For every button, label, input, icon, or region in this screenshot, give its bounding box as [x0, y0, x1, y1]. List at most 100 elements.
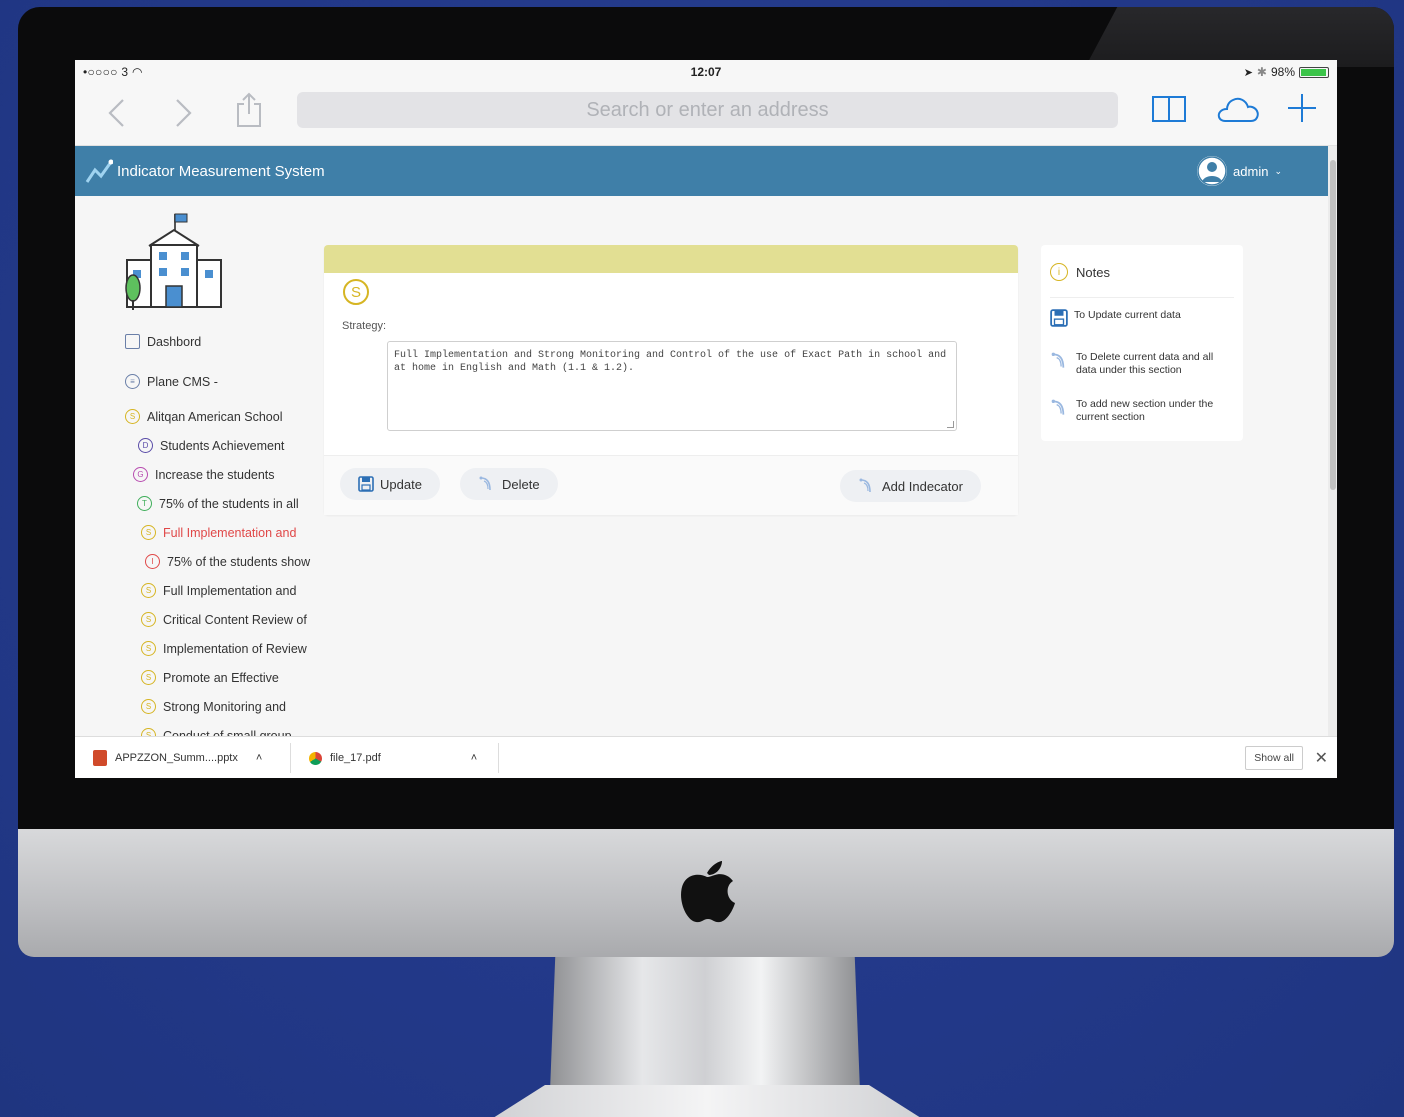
- sidebar-item-label: Full Implementation and: [163, 583, 297, 598]
- download-item-pdf[interactable]: file_17.pdf ˄: [291, 737, 477, 778]
- save-icon: [358, 476, 374, 492]
- status-right: ➤ ✱ 98%: [1244, 65, 1329, 79]
- school-building-icon: [125, 213, 222, 310]
- avatar-icon: [1197, 156, 1228, 186]
- sidebar-item-dashboard[interactable]: Dashbord: [125, 334, 201, 349]
- sidebar-item-label: Plane CMS -: [147, 374, 218, 389]
- close-icon[interactable]: ✕: [1315, 748, 1328, 768]
- location-icon: ➤: [1243, 66, 1253, 79]
- delete-label: Delete: [502, 476, 540, 492]
- sidebar-item-strategy-active[interactable]: S Full Implementation and: [141, 525, 296, 540]
- indicator-node-icon: I: [145, 554, 160, 569]
- note-text: To add new section under the current sec…: [1076, 398, 1214, 423]
- bookmarks-icon[interactable]: [1151, 94, 1187, 129]
- note-update: To Update current data: [1050, 309, 1230, 327]
- user-menu[interactable]: admin ⌄: [1197, 156, 1282, 186]
- download-item-pptx[interactable]: APPZZON_Summ....pptx ˄: [75, 737, 262, 778]
- sidebar-item-label: Full Implementation and: [163, 525, 297, 540]
- battery-icon: [1299, 66, 1329, 78]
- sidebar-item-strategy-2[interactable]: S Full Implementation and: [141, 583, 296, 598]
- sidebar-item-label: Implementation of Review: [163, 641, 307, 656]
- strategy-badge-icon: S: [343, 279, 369, 305]
- globe-icon: ≡: [125, 374, 140, 389]
- strategy-card: S Strategy: Full Implementation and Stro…: [324, 245, 1018, 515]
- sidebar-item-plane-cms[interactable]: ≡ Plane CMS -: [125, 374, 218, 389]
- strategy-textarea[interactable]: Full Implementation and Strong Monitorin…: [387, 341, 957, 431]
- strategy-node-icon: S: [141, 612, 156, 627]
- download-name: APPZZON_Summ....pptx: [115, 752, 238, 764]
- sidebar-item-strategy-3[interactable]: S Critical Content Review of: [141, 612, 307, 627]
- sidebar-item-label: Students Achievement: [160, 438, 285, 453]
- sidebar-item-strategy-5[interactable]: S Promote an Effective: [141, 670, 279, 685]
- strategy-node-icon: S: [141, 583, 156, 598]
- sidebar-item-label: Alitqan American School: [147, 409, 283, 424]
- imac-stand-base: [482, 1085, 932, 1117]
- browser-toolbar: Search or enter an address: [75, 82, 1337, 146]
- delete-icon: [479, 476, 491, 491]
- app-logo-icon: [85, 159, 113, 183]
- chevron-down-icon: ⌄: [1274, 165, 1282, 176]
- sidebar-item-label: Increase the students: [155, 467, 275, 482]
- add-indicator-button[interactable]: Add Indecator: [840, 470, 981, 502]
- forward-icon[interactable]: [173, 98, 193, 136]
- battery-percent: 98%: [1270, 65, 1295, 79]
- user-name: admin: [1233, 163, 1269, 179]
- address-bar[interactable]: Search or enter an address: [297, 92, 1118, 128]
- page-scrollbar-thumb[interactable]: [1330, 160, 1336, 490]
- resize-handle-icon[interactable]: [947, 421, 954, 428]
- update-label: Update: [380, 476, 422, 492]
- cloud-icon[interactable]: [1215, 94, 1261, 129]
- add-icon: [859, 478, 871, 493]
- sidebar-item-strategy-6[interactable]: S Strong Monitoring and: [141, 699, 286, 714]
- info-icon: i: [1050, 263, 1068, 281]
- back-icon[interactable]: [107, 98, 127, 136]
- carrier-label: •○○○○ 3 ◠: [83, 65, 143, 79]
- goal-node-icon: G: [133, 467, 148, 482]
- notes-divider: [1050, 297, 1234, 298]
- sidebar-item-school[interactable]: S Alitqan American School: [125, 409, 283, 424]
- school-node-icon: S: [125, 409, 140, 424]
- downloads-bar: APPZZON_Summ....pptx ˄ file_17.pdf ˄ Sho…: [75, 736, 1337, 778]
- sidebar-item-strategy-4[interactable]: S Implementation of Review: [141, 641, 307, 656]
- strategy-node-icon: S: [141, 699, 156, 714]
- dashboard-icon: [125, 334, 140, 349]
- delete-button[interactable]: Delete: [460, 468, 558, 500]
- sidebar-item-label: Dashbord: [147, 334, 202, 349]
- share-icon[interactable]: [235, 92, 263, 136]
- sidebar-item-indicator[interactable]: I 75% of the students show: [145, 554, 310, 569]
- sidebar-item-students-achievement[interactable]: D Students Achievement: [138, 438, 284, 453]
- chevron-up-icon[interactable]: ˄: [256, 752, 262, 764]
- strategy-node-icon: S: [141, 641, 156, 656]
- notes-header: i Notes: [1050, 263, 1110, 281]
- download-divider: [498, 743, 499, 773]
- download-name: file_17.pdf: [330, 752, 381, 764]
- card-header-bar: [324, 245, 1018, 273]
- sidebar-item-target-1[interactable]: T 75% of the students in all: [137, 496, 299, 511]
- notes-title: Notes: [1076, 264, 1110, 280]
- sidebar-item-label: Critical Content Review of: [163, 612, 307, 627]
- note-add: To add new section under the current sec…: [1050, 398, 1230, 423]
- show-all-button[interactable]: Show all: [1245, 746, 1303, 770]
- strategy-node-icon: S: [141, 525, 156, 540]
- wifi-icon: ◠: [131, 65, 143, 79]
- app-header: Indicator Measurement System admin ⌄: [75, 146, 1328, 196]
- apple-logo-icon: [681, 861, 735, 923]
- delete-icon: [1051, 352, 1065, 368]
- status-bar: •○○○○ 3 ◠ 12:07 ➤ ✱ 98%: [75, 60, 1337, 82]
- bluetooth-icon: ✱: [1256, 65, 1267, 79]
- strategy-label: Strategy:: [342, 320, 387, 332]
- status-time: 12:07: [690, 65, 722, 79]
- sidebar-item-label: 75% of the students in all: [159, 496, 299, 511]
- battery-fill: [1301, 68, 1327, 76]
- new-tab-icon[interactable]: [1287, 92, 1317, 129]
- sidebar: Dashbord ≡ Plane CMS - S Alitqan America…: [75, 196, 315, 743]
- domain-node-icon: D: [138, 438, 153, 453]
- note-text: To Delete current data and all data unde…: [1076, 351, 1214, 376]
- chevron-up-icon[interactable]: ˄: [471, 752, 477, 764]
- notes-panel: i Notes To Update current data To Delete…: [1041, 245, 1243, 441]
- sidebar-item-increase[interactable]: G Increase the students: [133, 467, 275, 482]
- update-button[interactable]: Update: [340, 468, 440, 500]
- sidebar-item-label: Strong Monitoring and: [163, 699, 286, 714]
- bezel-glare: [1085, 7, 1394, 67]
- add-indicator-label: Add Indecator: [882, 478, 963, 494]
